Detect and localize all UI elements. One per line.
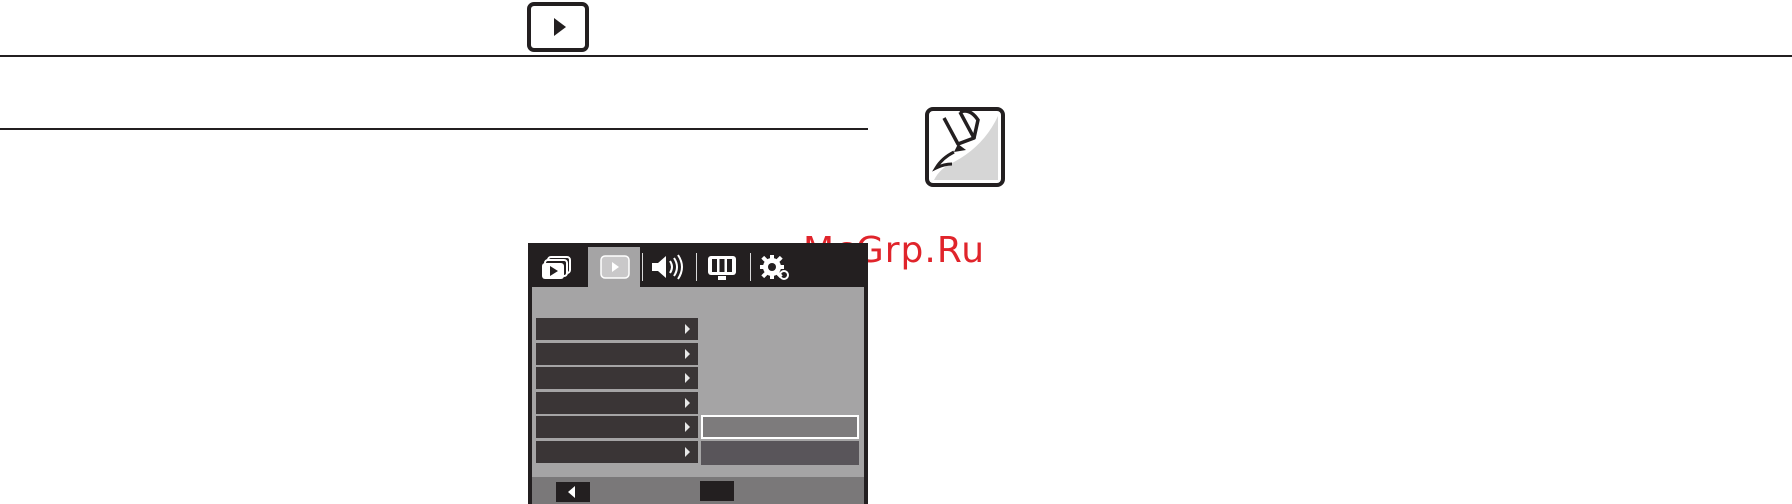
play-icon — [600, 255, 630, 279]
menu-item[interactable] — [536, 440, 698, 463]
submenu-option-selected[interactable] — [701, 415, 859, 439]
tab-settings[interactable] — [750, 247, 802, 287]
menu-item[interactable] — [536, 416, 698, 439]
left-arrow-icon — [568, 486, 575, 498]
menu-item[interactable] — [536, 318, 698, 340]
menu-item[interactable] — [536, 342, 698, 365]
back-button[interactable] — [556, 482, 590, 502]
menu-bottom-bar — [532, 477, 864, 504]
camera-menu-screen — [528, 243, 868, 504]
tab-sound[interactable] — [642, 247, 694, 287]
menu-item[interactable] — [536, 367, 698, 390]
submenu-arrow-icon — [685, 348, 690, 359]
submenu-arrow-icon — [685, 324, 690, 334]
ok-button[interactable] — [700, 481, 734, 501]
playback-album-icon — [542, 256, 571, 279]
play-mode-badge — [527, 2, 589, 52]
display-icon — [708, 256, 736, 280]
settings-gear-icon — [760, 255, 789, 280]
submenu-arrow-icon — [685, 373, 690, 384]
submenu-arrow-icon — [685, 446, 690, 457]
submenu-arrow-icon — [685, 397, 690, 408]
submenu-arrow-icon — [685, 422, 690, 433]
note-pencil-icon — [925, 107, 1005, 187]
menu-item[interactable] — [536, 391, 698, 414]
header-rule — [0, 55, 1792, 57]
submenu-option[interactable] — [701, 441, 859, 465]
sound-icon — [652, 254, 683, 280]
menu-tab-bar — [532, 247, 864, 287]
tab-playback-album[interactable] — [534, 247, 586, 287]
section-rule — [0, 128, 868, 130]
menu-item-list — [536, 318, 698, 466]
tab-display[interactable] — [696, 247, 748, 287]
tab-playback[interactable] — [588, 247, 640, 287]
play-icon — [554, 18, 566, 36]
